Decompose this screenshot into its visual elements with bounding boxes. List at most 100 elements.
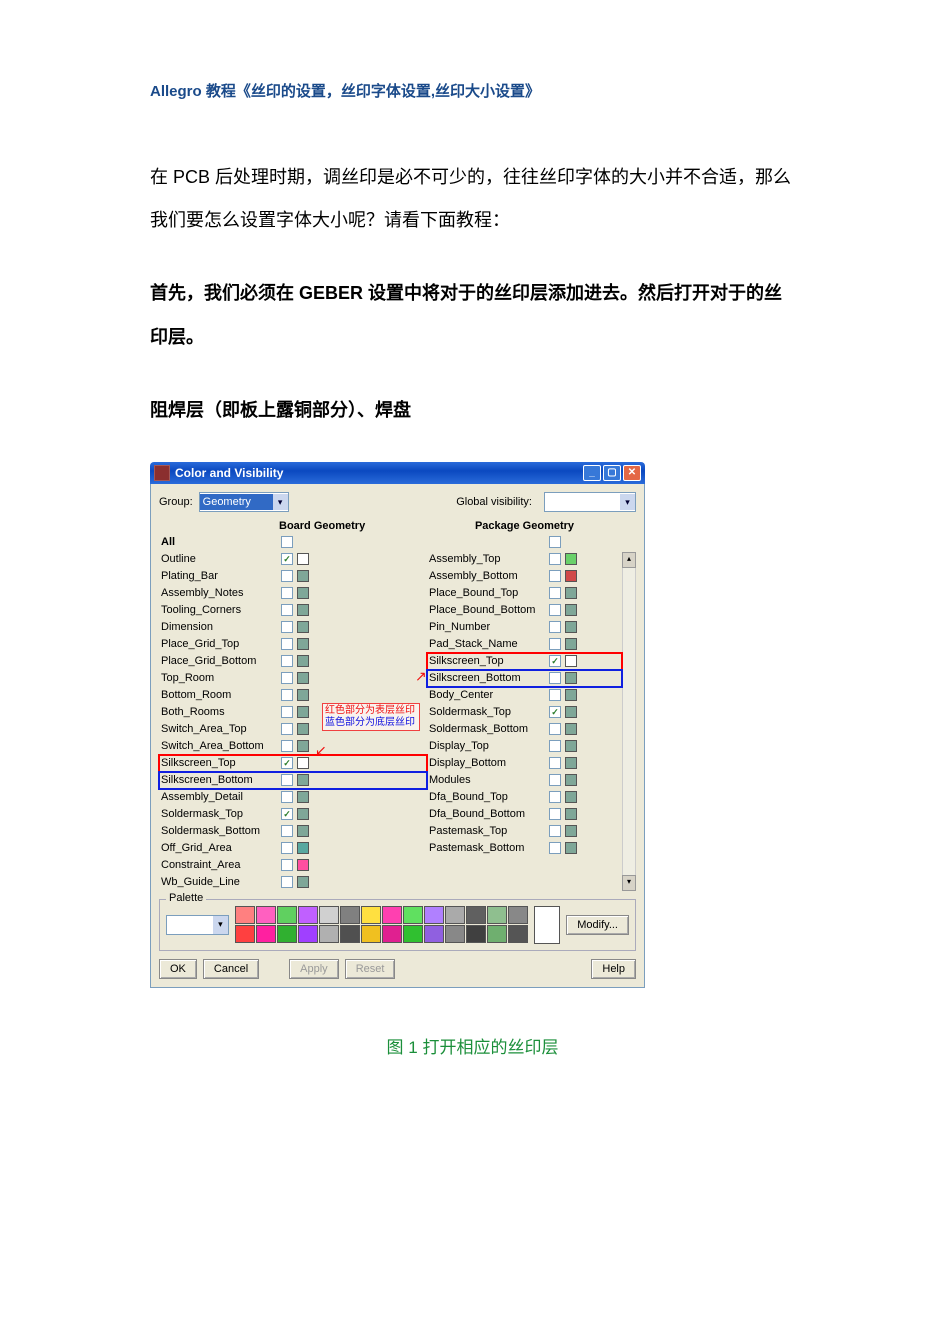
visibility-checkbox[interactable] [281,672,293,684]
color-swatch[interactable] [565,672,577,684]
visibility-checkbox[interactable] [281,570,293,582]
visibility-checkbox[interactable] [549,842,561,854]
apply-button[interactable]: Apply [289,959,339,979]
palette-color[interactable] [424,906,444,924]
reset-button[interactable]: Reset [345,959,396,979]
color-swatch[interactable] [297,859,309,871]
visibility-checkbox[interactable] [549,553,561,565]
palette-color[interactable] [235,906,255,924]
visibility-checkbox[interactable] [281,604,293,616]
color-swatch[interactable] [565,587,577,599]
visibility-checkbox[interactable] [281,740,293,752]
scroll-up-icon[interactable]: ▴ [622,552,636,568]
color-swatch[interactable] [565,842,577,854]
visibility-checkbox[interactable] [281,876,293,888]
visibility-checkbox[interactable] [281,706,293,718]
palette-color[interactable] [487,906,507,924]
palette-color[interactable] [403,925,423,943]
visibility-checkbox[interactable] [549,689,561,701]
color-swatch[interactable] [297,638,309,650]
color-swatch[interactable] [565,553,577,565]
palette-color[interactable] [319,925,339,943]
group-combo[interactable]: Geometry ▾ [199,492,289,512]
visibility-checkbox[interactable] [549,808,561,820]
color-swatch[interactable] [565,655,577,667]
color-swatch[interactable] [297,655,309,667]
color-swatch[interactable] [565,825,577,837]
palette-combo[interactable]: ▾ [166,915,229,935]
visibility-checkbox[interactable]: ✓ [281,553,293,565]
visibility-checkbox[interactable] [549,672,561,684]
palette-color[interactable] [403,906,423,924]
visibility-checkbox[interactable] [549,774,561,786]
palette-color[interactable] [340,906,360,924]
color-swatch[interactable] [297,604,309,616]
visibility-checkbox[interactable] [549,587,561,599]
palette-color[interactable] [382,906,402,924]
help-button[interactable]: Help [591,959,636,979]
maximize-icon[interactable]: ▢ [603,465,621,481]
global-visibility-combo[interactable]: ▾ [544,492,636,512]
color-swatch[interactable] [565,638,577,650]
dialog-titlebar[interactable]: Color and Visibility _ ▢ ✕ [150,462,645,484]
visibility-checkbox[interactable] [281,655,293,667]
visibility-checkbox[interactable] [549,723,561,735]
palette-color[interactable] [508,925,528,943]
color-swatch[interactable] [565,774,577,786]
palette-color[interactable] [466,925,486,943]
cancel-button[interactable]: Cancel [203,959,259,979]
modify-button[interactable]: Modify... [566,915,629,935]
chevron-down-icon[interactable]: ▾ [620,494,635,510]
visibility-checkbox[interactable] [549,825,561,837]
palette-color[interactable] [508,906,528,924]
visibility-checkbox[interactable]: ✓ [549,706,561,718]
visibility-checkbox[interactable] [549,740,561,752]
color-swatch[interactable] [297,587,309,599]
visibility-checkbox[interactable] [549,638,561,650]
palette-color[interactable] [487,925,507,943]
visibility-checkbox[interactable]: ✓ [281,808,293,820]
color-swatch[interactable] [297,774,309,786]
scrollbar[interactable]: ▴ ▾ [622,518,636,891]
visibility-checkbox[interactable] [549,757,561,769]
visibility-checkbox[interactable] [281,638,293,650]
visibility-checkbox[interactable] [281,587,293,599]
palette-color[interactable] [319,906,339,924]
visibility-checkbox[interactable] [281,791,293,803]
color-swatch[interactable] [565,689,577,701]
palette-color[interactable] [298,906,318,924]
palette-color[interactable] [445,925,465,943]
visibility-checkbox[interactable] [281,842,293,854]
visibility-checkbox[interactable] [281,825,293,837]
visibility-checkbox[interactable] [549,791,561,803]
palette-color[interactable] [277,925,297,943]
close-icon[interactable]: ✕ [623,465,641,481]
color-swatch[interactable] [565,791,577,803]
visibility-checkbox[interactable] [549,604,561,616]
palette-color[interactable] [256,906,276,924]
chevron-down-icon[interactable]: ▾ [213,916,228,934]
color-swatch[interactable] [297,740,309,752]
color-swatch[interactable] [565,808,577,820]
palette-color[interactable] [256,925,276,943]
visibility-checkbox[interactable] [281,774,293,786]
palette-swatches[interactable] [235,906,528,943]
color-swatch[interactable] [565,570,577,582]
visibility-checkbox[interactable] [549,621,561,633]
color-swatch[interactable] [297,723,309,735]
visibility-checkbox[interactable] [549,570,561,582]
color-swatch[interactable] [297,553,309,565]
visibility-checkbox[interactable] [281,689,293,701]
color-swatch[interactable] [565,757,577,769]
color-swatch[interactable] [565,706,577,718]
color-swatch[interactable] [565,723,577,735]
palette-color[interactable] [298,925,318,943]
palette-color[interactable] [424,925,444,943]
palette-color[interactable] [466,906,486,924]
scroll-down-icon[interactable]: ▾ [622,875,636,891]
color-swatch[interactable] [565,604,577,616]
visibility-checkbox[interactable] [281,723,293,735]
palette-color[interactable] [445,906,465,924]
palette-color[interactable] [382,925,402,943]
color-swatch[interactable] [297,757,309,769]
